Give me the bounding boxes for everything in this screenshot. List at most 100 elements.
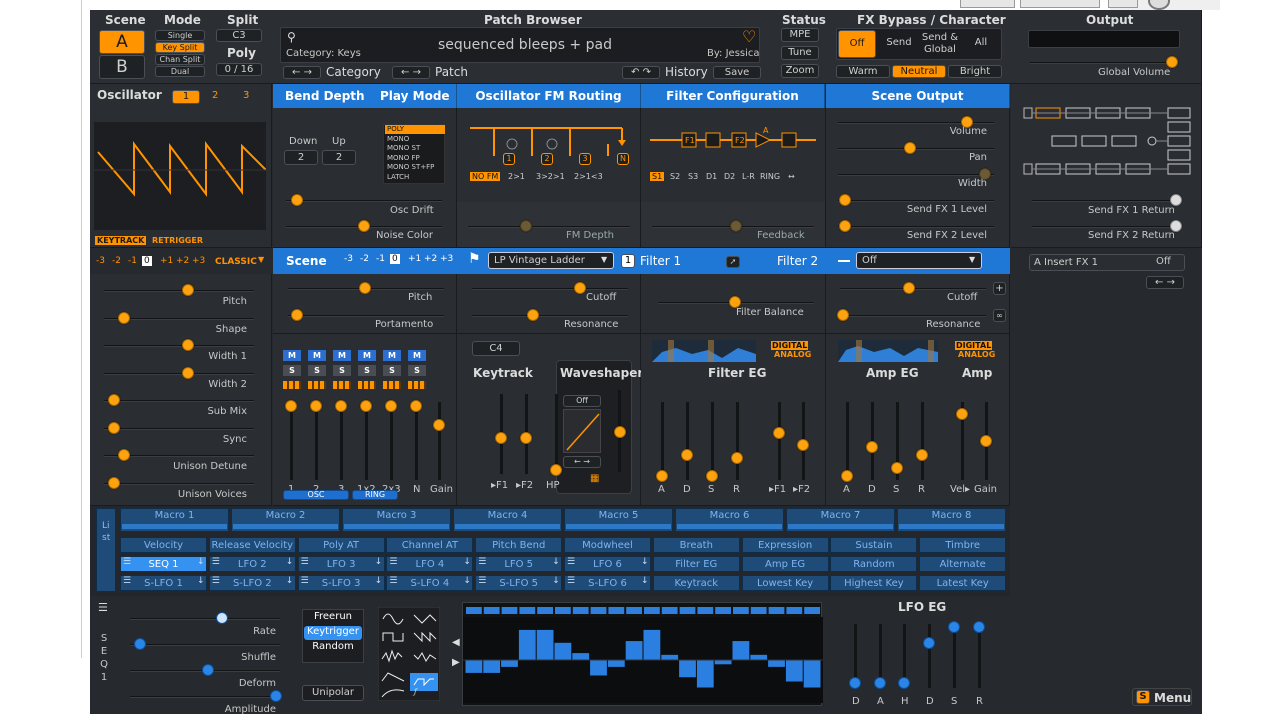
send-fx2-return-track[interactable] bbox=[1032, 226, 1182, 228]
mixer-knob-2[interactable] bbox=[335, 399, 347, 412]
seq-step-6[interactable] bbox=[572, 653, 590, 660]
filter-mode-3[interactable]: D1 bbox=[704, 172, 719, 181]
mod_row3-arrow-icon-1[interactable]: ↓ bbox=[286, 576, 294, 586]
keytrack-filter-icon[interactable]: ⚑ bbox=[468, 252, 481, 266]
lfo-eg-knob-2[interactable] bbox=[898, 676, 910, 689]
osc-param-knob-6[interactable] bbox=[118, 449, 130, 461]
lfo-keytrigger[interactable]: Keytrigger bbox=[304, 626, 362, 640]
filter-mode-7[interactable]: ↔ bbox=[786, 172, 797, 181]
scene-b-button[interactable]: B bbox=[99, 55, 145, 79]
seq-step-0[interactable] bbox=[465, 660, 483, 673]
seq-trigger-9[interactable] bbox=[626, 607, 642, 614]
seq-trigger-12[interactable] bbox=[679, 607, 696, 614]
mixer-solo-2[interactable]: S bbox=[333, 365, 351, 376]
osc-param-knob-2[interactable] bbox=[182, 339, 195, 351]
filter-eg-track-3[interactable] bbox=[736, 402, 739, 480]
fm-mode-2[interactable]: 3>2>1 bbox=[534, 172, 567, 181]
seq-trigger-4[interactable] bbox=[537, 607, 553, 614]
portamento-knob[interactable] bbox=[291, 309, 303, 321]
mixer-track-0[interactable] bbox=[290, 402, 293, 480]
mode-chan-split[interactable]: Chan Split bbox=[155, 54, 205, 65]
mixer-solo-1[interactable]: S bbox=[308, 365, 326, 376]
mixer-mute-4[interactable]: M bbox=[383, 350, 401, 361]
lfo-menu-icon[interactable]: ☰ bbox=[98, 602, 108, 613]
scene-out-track-2[interactable] bbox=[838, 174, 994, 176]
osc-param-track-4[interactable] bbox=[104, 400, 254, 402]
window-button-2[interactable] bbox=[1020, 0, 1100, 8]
mixer-track-3[interactable] bbox=[365, 402, 368, 480]
filter-eg-knob-0[interactable] bbox=[656, 470, 668, 483]
mixer-knob-3[interactable] bbox=[360, 399, 372, 412]
filter-eg-analog[interactable]: ANALOG bbox=[774, 350, 811, 359]
character-warm[interactable]: Warm bbox=[836, 65, 890, 78]
osc-param-track-5[interactable] bbox=[104, 427, 254, 430]
seq-step-8[interactable] bbox=[607, 660, 625, 667]
filter1-number[interactable]: 1 bbox=[621, 254, 635, 268]
scene-octave-6[interactable]: +3 bbox=[438, 254, 455, 264]
play-mode-list[interactable]: POLY MONO MONO ST MONO FP MONO ST+FP LATCH bbox=[383, 124, 445, 184]
mod_row1-0[interactable]: Velocity bbox=[120, 537, 207, 553]
seq-step-12[interactable] bbox=[679, 660, 696, 678]
character-neutral[interactable]: Neutral bbox=[892, 65, 946, 78]
fx-bypass-all[interactable]: All bbox=[962, 30, 1000, 58]
mod_row1-6[interactable]: Breath bbox=[652, 537, 740, 553]
amp-eg-knob-2[interactable] bbox=[891, 462, 903, 475]
mod_row3-3[interactable]: S-LFO 4 bbox=[386, 575, 474, 591]
mixer-track-5[interactable] bbox=[415, 402, 418, 480]
seq-step-4[interactable] bbox=[536, 629, 554, 660]
mpe-button[interactable]: MPE bbox=[781, 28, 819, 42]
patch-prev-next-arrows-icon[interactable]: ← → bbox=[392, 66, 430, 79]
mod_row2-menu-icon-0[interactable]: ☰ bbox=[123, 557, 131, 567]
scene-a-button[interactable]: A bbox=[99, 30, 145, 54]
seq-trigger-17[interactable] bbox=[768, 607, 785, 614]
bend-up-value[interactable]: 2 bbox=[322, 150, 356, 165]
mod_row2-menu-icon-1[interactable]: ☰ bbox=[212, 557, 220, 567]
mod_row3-arrow-icon-2[interactable]: ↓ bbox=[375, 576, 383, 586]
step-sequencer[interactable] bbox=[462, 602, 823, 706]
mixer-route-0[interactable] bbox=[283, 381, 301, 389]
fm-mode-1[interactable]: 2>1 bbox=[506, 172, 527, 181]
osc-param-knob-1[interactable] bbox=[118, 311, 130, 324]
mod_row3-4[interactable]: S-LFO 5 bbox=[475, 575, 563, 591]
scene-octave-4[interactable]: +1 bbox=[406, 254, 423, 264]
mixer-mute-5[interactable]: M bbox=[408, 350, 426, 361]
split-value[interactable]: C3 bbox=[216, 29, 262, 42]
mod_row1-3[interactable]: Channel AT bbox=[386, 537, 474, 553]
fx-bypass-send[interactable]: Send bbox=[880, 30, 918, 58]
lfo-track-1[interactable] bbox=[130, 644, 280, 646]
category-prev-next-arrows-icon[interactable]: ← → bbox=[283, 66, 321, 79]
filter-eg-digital[interactable]: DIGITAL bbox=[771, 341, 809, 350]
osc-param-track-0[interactable] bbox=[104, 290, 254, 292]
mod_row1-5[interactable]: Modwheel bbox=[564, 537, 651, 553]
mod_row3-menu-icon-3[interactable]: ☰ bbox=[389, 576, 397, 586]
scene-out-track-1[interactable] bbox=[838, 148, 994, 150]
mixer-mute-3[interactable]: M bbox=[358, 350, 376, 361]
mod_row2-3[interactable]: LFO 4 bbox=[386, 556, 474, 572]
fx-bypass-send-global[interactable]: Send & Global bbox=[920, 30, 960, 58]
mixer-route-5[interactable] bbox=[408, 381, 426, 389]
amp-eg-track-0[interactable] bbox=[846, 402, 849, 480]
mod_row2-0[interactable]: SEQ 1 bbox=[120, 556, 207, 572]
seq-trigger-0[interactable] bbox=[466, 607, 482, 614]
mod_row3-menu-icon-4[interactable]: ☰ bbox=[478, 576, 486, 586]
filter-mode-1[interactable]: S2 bbox=[668, 172, 682, 181]
seq-trigger-8[interactable] bbox=[608, 607, 625, 614]
mixer-knob-1[interactable] bbox=[310, 399, 322, 412]
osc-type-select[interactable]: CLASSIC bbox=[215, 257, 257, 267]
scene-octave-0[interactable]: -3 bbox=[342, 254, 355, 264]
lfo-eg-track-4[interactable] bbox=[953, 624, 956, 688]
seq-step-16[interactable] bbox=[750, 654, 768, 660]
osc-drift-knob[interactable] bbox=[291, 194, 303, 206]
lfo-knob-3[interactable] bbox=[269, 690, 282, 702]
seq-trigger-14[interactable] bbox=[715, 607, 731, 614]
osc-octave-4[interactable]: +1 bbox=[158, 256, 175, 266]
seq-step-17[interactable] bbox=[768, 660, 785, 667]
fm-mode-0[interactable]: NO FM bbox=[470, 172, 501, 181]
mod_row2-menu-icon-5[interactable]: ☰ bbox=[567, 557, 575, 567]
mod_row3-2[interactable]: S-LFO 3 bbox=[297, 575, 385, 591]
mixer-route-4[interactable] bbox=[383, 381, 401, 389]
seq-step-9[interactable] bbox=[625, 641, 643, 660]
amp-eg-digital[interactable]: DIGITAL bbox=[955, 341, 993, 350]
lfo-track-3[interactable] bbox=[130, 696, 280, 698]
zoom-button[interactable]: Zoom bbox=[781, 64, 819, 78]
